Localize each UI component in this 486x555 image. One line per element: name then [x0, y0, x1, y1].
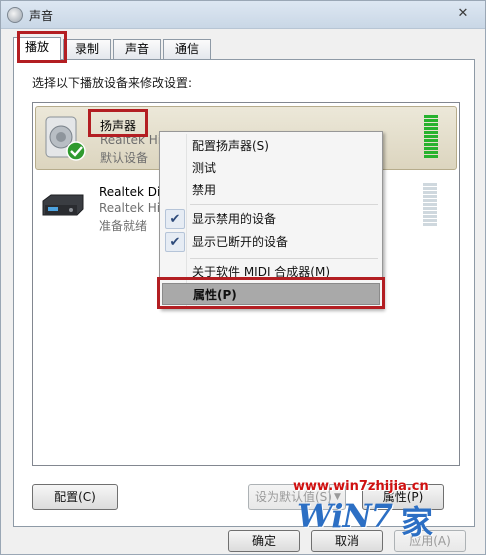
- sound-dialog: 声音 ✕ 播放 录制 声音 通信 选择以下播放设备来修改设置: 扬声器 Real…: [0, 0, 486, 555]
- cancel-button[interactable]: 取消: [311, 530, 383, 552]
- check-icon: ✔: [165, 232, 185, 252]
- sound-app-icon: [7, 7, 23, 23]
- properties-button[interactable]: 属性(P): [362, 484, 444, 510]
- menu-item-disable[interactable]: 禁用: [162, 179, 380, 201]
- level-meter: [423, 183, 437, 227]
- device-status: 默认设备: [100, 151, 149, 165]
- device-name: 扬声器: [100, 119, 137, 133]
- check-icon: ✔: [165, 209, 185, 229]
- device-name: Realtek Di: [99, 185, 161, 199]
- menu-item-label: 显示已断开的设备: [192, 235, 289, 249]
- tab-recording[interactable]: 录制: [63, 39, 111, 59]
- tab-sounds[interactable]: 声音: [113, 39, 161, 59]
- window-title: 声音: [29, 9, 54, 23]
- chevron-down-icon[interactable]: ▼: [329, 485, 345, 509]
- menu-item-about-midi[interactable]: 关于软件 MIDI 合成器(M): [162, 261, 380, 283]
- tab-communications[interactable]: 通信: [163, 39, 211, 59]
- menu-item-show-disabled[interactable]: ✔ 显示禁用的设备: [162, 208, 380, 230]
- title-bar: 声音 ✕: [1, 1, 485, 29]
- menu-separator: [190, 258, 378, 259]
- tab-playback[interactable]: 播放: [13, 37, 61, 60]
- default-check-icon: [66, 141, 86, 161]
- context-menu: 配置扬声器(S) 测试 禁用 ✔ 显示禁用的设备 ✔ 显示已断开的设备 关于软件…: [159, 131, 383, 309]
- menu-item-label: 测试: [192, 161, 217, 175]
- instruction-text: 选择以下播放设备来修改设置:: [32, 76, 193, 90]
- device-driver: Realtek Hi: [100, 133, 162, 147]
- menu-item-label: 配置扬声器(S): [192, 139, 269, 153]
- menu-item-show-disconnected[interactable]: ✔ 显示已断开的设备: [162, 231, 380, 253]
- menu-item-label: 禁用: [192, 183, 217, 197]
- menu-item-label: 属性(P): [193, 288, 237, 302]
- menu-item-test[interactable]: 测试: [162, 157, 380, 179]
- menu-separator: [190, 204, 378, 205]
- ok-button[interactable]: 确定: [228, 530, 300, 552]
- menu-item-label: 关于软件 MIDI 合成器(M): [192, 265, 331, 279]
- configure-button[interactable]: 配置(C): [32, 484, 118, 510]
- menu-item-label: 显示禁用的设备: [192, 212, 277, 226]
- level-meter: [424, 115, 438, 159]
- digital-output-icon: [42, 194, 84, 216]
- menu-item-configure-speakers[interactable]: 配置扬声器(S): [162, 135, 380, 157]
- set-default-button[interactable]: 设为默认值(S) ▼: [248, 484, 346, 510]
- set-default-label: 设为默认值(S): [255, 490, 332, 504]
- device-status: 准备就绪: [99, 219, 148, 233]
- apply-button[interactable]: 应用(A): [394, 530, 466, 552]
- close-button[interactable]: ✕: [449, 5, 477, 23]
- menu-item-properties[interactable]: 属性(P): [162, 283, 380, 305]
- device-driver: Realtek Hi: [99, 201, 161, 215]
- speaker-icon: [45, 116, 86, 161]
